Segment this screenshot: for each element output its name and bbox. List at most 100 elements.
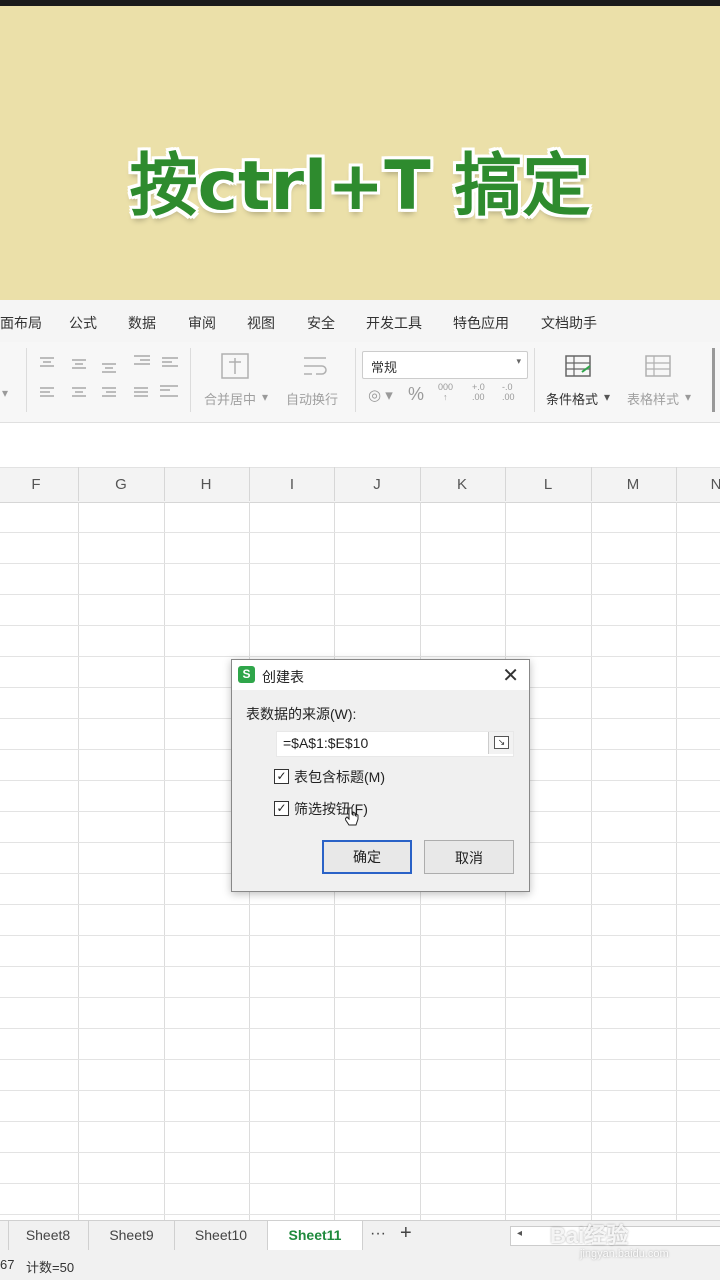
menu-item-special-apps[interactable]: 特色应用 (453, 313, 509, 333)
column-header-f[interactable]: F (26, 476, 46, 493)
column-header-g[interactable]: G (111, 476, 131, 493)
decrease-decimal-icon[interactable]: -.0.00 (502, 382, 515, 402)
status-count: 计数=50 (26, 1260, 75, 1275)
menu-item-formulas[interactable]: 公式 (69, 313, 97, 333)
column-divider (505, 467, 506, 501)
tab-sheet10[interactable]: Sheet10 (175, 1221, 268, 1250)
currency-icon[interactable]: ◎ ▾ (368, 386, 393, 404)
grid-row-line (0, 1059, 720, 1060)
grid-row-line (0, 1121, 720, 1122)
wrap-text-button[interactable]: 自动换行 (286, 389, 338, 408)
menu-item-security[interactable]: 安全 (307, 313, 335, 333)
close-icon[interactable]: ✕ (502, 663, 519, 688)
add-sheet-icon[interactable]: + (400, 1222, 412, 1245)
grid-row-line (0, 1028, 720, 1029)
thousands-separator-icon[interactable]: 000 ↑ (438, 382, 453, 402)
merge-dropdown-icon[interactable]: ▾ (262, 390, 268, 404)
has-headers-label: 表包含标题(M) (294, 769, 385, 785)
menu-bar: 面布局 公式 数据 审阅 视图 安全 开发工具 特色应用 文档助手 (0, 300, 720, 342)
grid-row-line (0, 656, 720, 657)
table-style-dropdown-icon[interactable]: ▾ (685, 390, 691, 404)
tab-sheet11[interactable]: Sheet11 (268, 1221, 363, 1252)
grid-column-line (164, 502, 165, 1220)
status-value: 67 (0, 1257, 15, 1272)
range-field: ↘ (276, 731, 514, 757)
menu-item-doc-assistant[interactable]: 文档助手 (541, 313, 597, 333)
range-select-button[interactable]: ↘ (488, 732, 513, 754)
grid-column-line (78, 502, 79, 1220)
column-header-m[interactable]: M (623, 476, 643, 493)
column-header-n[interactable]: N (706, 476, 720, 493)
table-style-icon (645, 355, 671, 377)
grid-row-line (0, 625, 720, 626)
percent-icon[interactable]: % (408, 384, 424, 405)
chevron-down-icon: ▾ (516, 356, 521, 366)
conditional-format-dropdown-icon[interactable]: ▾ (604, 390, 610, 404)
tab-sheet8[interactable]: Sheet8 (8, 1221, 89, 1250)
formula-bar-area (0, 423, 720, 467)
ribbon-edge (712, 348, 715, 412)
ribbon-separator (355, 348, 356, 412)
conditional-format-icon (565, 355, 591, 377)
menu-item-review[interactable]: 审阅 (188, 313, 216, 333)
grid-row-line (0, 997, 720, 998)
menu-item-data[interactable]: 数据 (128, 313, 156, 333)
grid-row-line (0, 935, 720, 936)
column-divider (676, 467, 677, 501)
column-divider (420, 467, 421, 501)
grid-row-line (0, 904, 720, 905)
column-header-h[interactable]: H (196, 476, 216, 493)
column-divider (334, 467, 335, 501)
conditional-format-button[interactable]: 条件格式 (546, 389, 598, 408)
ok-button[interactable]: 确定 (322, 840, 412, 874)
grid-row-line (0, 1090, 720, 1091)
wrap-text-icon (304, 357, 327, 375)
grid-row-line (0, 563, 720, 564)
merge-center-icon (221, 353, 249, 379)
menu-item-page-layout[interactable]: 面布局 (0, 313, 42, 333)
collapse-dialog-icon: ↘ (494, 736, 509, 749)
dialog-titlebar: S 创建表 ✕ (232, 660, 529, 690)
table-style-button[interactable]: 表格样式 (627, 389, 679, 408)
grid-row-line (0, 1214, 720, 1215)
merge-center-button[interactable]: 合并居中 (204, 389, 256, 408)
tab-sheet9[interactable]: Sheet9 (89, 1221, 175, 1250)
grid-row-line (0, 594, 720, 595)
grid-column-line (591, 502, 592, 1220)
has-headers-checkbox[interactable]: ✓ (274, 769, 289, 784)
column-divider (249, 467, 250, 501)
align-icons[interactable] (36, 354, 181, 406)
filter-button-checkbox[interactable]: ✓ (274, 801, 289, 816)
mouse-pointer-icon (345, 807, 359, 826)
more-sheets-icon[interactable]: ··· (370, 1225, 386, 1243)
font-size-dropdown-icon[interactable]: ▾ (2, 386, 8, 400)
column-divider (78, 467, 79, 501)
grid-row-line (0, 1183, 720, 1184)
grid-row-line (0, 966, 720, 967)
grid-column-line (676, 502, 677, 1220)
increase-decimal-icon[interactable]: +.0.00 (472, 382, 485, 402)
column-header-k[interactable]: K (452, 476, 472, 493)
column-divider (591, 467, 592, 501)
wps-spreadsheet-icon: S (238, 666, 255, 683)
ribbon: ▾ 合并居中 ▾ 自动换行 ◎ ▾ % 000 ↑ +.0.00 -.0.00 … (0, 342, 720, 423)
create-table-dialog: S 创建表 ✕ 表数据的来源(W): ↘ ✓ 表包含标题(M) ✓ 筛选按钮(F… (231, 659, 530, 892)
column-header-i[interactable]: I (282, 476, 302, 493)
cancel-button[interactable]: 取消 (424, 840, 514, 874)
scroll-left-icon[interactable]: ◂ (517, 1228, 522, 1239)
ribbon-separator (26, 348, 27, 412)
banner-title: 按ctrl+T 搞定 (129, 147, 591, 226)
column-divider (164, 467, 165, 501)
menu-item-developer[interactable]: 开发工具 (366, 313, 422, 333)
watermark-url: jingyan.baidu.com (580, 1248, 669, 1260)
column-header-l[interactable]: L (538, 476, 558, 493)
dialog-title: 创建表 (262, 669, 304, 685)
menu-item-view[interactable]: 视图 (247, 313, 275, 333)
number-format-select[interactable]: 常规 ▾ (362, 351, 528, 379)
ribbon-separator (190, 348, 191, 412)
baidu-watermark: Bai经验 (550, 1223, 629, 1248)
number-format-value: 常规 (371, 360, 398, 375)
top-edge (0, 0, 720, 6)
range-input[interactable] (277, 732, 483, 754)
column-header-j[interactable]: J (367, 476, 387, 493)
